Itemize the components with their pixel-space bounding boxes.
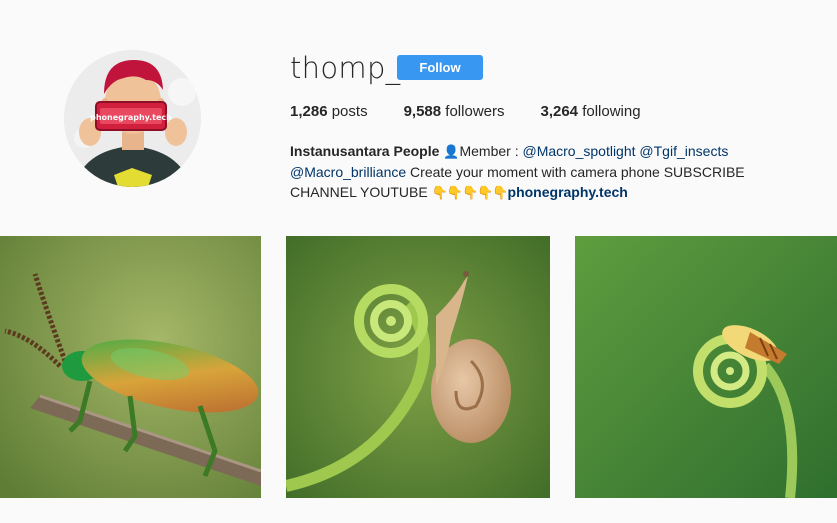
snail-photo <box>286 236 550 498</box>
post-thumbnail-1[interactable] <box>0 236 261 498</box>
profile-stats: 1,286 posts 9,588 followers 3,264 follow… <box>290 103 677 121</box>
bio-name: Instanusantara People <box>290 143 440 159</box>
following-count: 3,264 <box>540 103 579 120</box>
snail-fern-photo <box>575 236 837 498</box>
profile-avatar: phonegraphy.tech <box>64 50 201 187</box>
followers-label: followers <box>445 103 505 120</box>
following-stat[interactable]: 3,264 following <box>540 103 640 121</box>
bio-member-text: Member : <box>459 143 523 159</box>
posts-label: posts <box>331 103 368 120</box>
followers-count: 9,588 <box>403 103 442 120</box>
profile-bio: Instanusantara People 👤Member : @Macro_s… <box>290 141 810 203</box>
follow-button[interactable]: Follow <box>397 55 483 80</box>
beetle-photo <box>0 236 261 498</box>
person-icon: 👤 <box>443 144 460 159</box>
avatar-phone-text: phonegraphy.tech <box>90 113 172 122</box>
mention-tgif-insects[interactable]: @Tgif_insects <box>639 143 728 159</box>
post-thumbnail-2[interactable] <box>286 236 550 498</box>
post-thumbnail-3[interactable] <box>575 236 837 498</box>
followers-stat[interactable]: 9,588 followers <box>404 103 505 121</box>
posts-count: 1,286 <box>290 103 328 120</box>
posts-stat: 1,286 posts <box>290 103 368 121</box>
mention-macro-brilliance[interactable]: @Macro_brilliance <box>290 164 406 180</box>
pointing-down-icon: 👇👇👇👇👇 <box>431 185 509 200</box>
profile-username: thomp_ <box>290 51 401 85</box>
website-link[interactable]: phonegraphy.tech <box>508 184 628 200</box>
following-label: following <box>582 103 641 120</box>
mention-macro-spotlight[interactable]: @Macro_spotlight <box>522 143 635 159</box>
